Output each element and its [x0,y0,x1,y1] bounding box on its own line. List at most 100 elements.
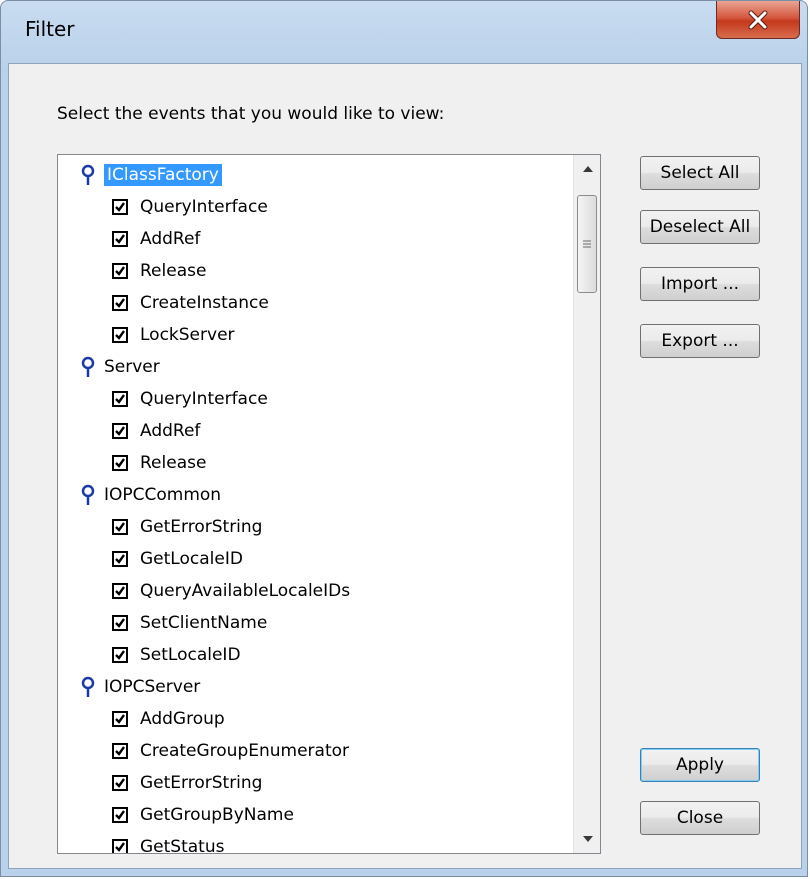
tree-item-label: LockServer [140,325,235,345]
event-tree[interactable]: IClassFactory QueryInterface AddRef Release… [57,154,601,854]
checkbox[interactable] [112,295,128,311]
tree-item[interactable]: LockServer [112,319,235,351]
tree-item-label: SetLocaleID [140,645,241,665]
vertical-scrollbar[interactable] [573,155,600,853]
tree-item-label: GetLocaleID [140,549,243,569]
tree-group-label: IOPCServer [104,677,201,697]
check-icon [115,458,125,468]
tree-item-label: Release [140,453,207,473]
checkbox[interactable] [112,551,128,567]
check-icon [115,266,125,276]
check-icon [115,522,125,532]
tree-item-label: Release [140,261,207,281]
checkbox[interactable] [112,743,128,759]
tree-item-label: GetErrorString [140,517,263,537]
check-icon [115,202,125,212]
check-icon [115,650,125,660]
check-icon [115,298,125,308]
tree-item[interactable]: CreateGroupEnumerator [112,735,349,767]
arrow-up-icon [582,166,593,172]
tree-item[interactable]: AddGroup [112,703,225,735]
tree-group[interactable]: IOPCCommon [78,479,221,511]
select-all-button[interactable]: Select All [640,156,760,190]
window-title: Filter [25,17,75,41]
tree-item[interactable]: QueryAvailableLocaleIDs [112,575,350,607]
tree-item-label: CreateGroupEnumerator [140,741,350,761]
checkbox[interactable] [112,615,128,631]
check-icon [115,778,125,788]
check-icon [115,618,125,628]
check-icon [115,330,125,340]
check-icon [115,394,125,404]
pin-icon [81,356,95,377]
check-icon [115,586,125,596]
tree-item[interactable]: AddRef [112,415,200,447]
tree-item[interactable]: SetLocaleID [112,639,241,671]
arrow-down-icon [582,836,593,842]
tree-item[interactable]: GetLocaleID [112,543,243,575]
grip-icon [583,240,591,248]
tree-group[interactable]: Server [78,351,160,383]
tree-group-label: Server [104,357,160,377]
tree-item[interactable]: QueryInterface [112,191,268,223]
check-icon [115,746,125,756]
check-icon [115,714,125,724]
tree-item[interactable]: GetGroupByName [112,799,294,831]
tree-item[interactable]: Release [112,447,206,479]
tree-item-label: SetClientName [140,613,268,633]
tree-item-label: AddRef [140,229,201,249]
import-button[interactable]: Import ... [640,267,760,301]
tree-item-label: AddGroup [140,709,225,729]
checkbox[interactable] [112,263,128,279]
scroll-down-button[interactable] [574,825,600,853]
tree-item-label: QueryAvailableLocaleIDs [140,581,351,601]
tree-item[interactable]: GetErrorString [112,511,262,543]
tree-group-label: IClassFactory [103,163,223,187]
checkbox[interactable] [112,423,128,439]
tree-item[interactable]: GetStatus [112,831,225,854]
tree-item[interactable]: Release [112,255,206,287]
scroll-thumb[interactable] [577,195,597,293]
checkbox[interactable] [112,711,128,727]
close-button[interactable]: Close [640,801,760,835]
checkbox[interactable] [112,231,128,247]
close-icon [748,10,768,29]
checkbox[interactable] [112,391,128,407]
tree-item-label: GetErrorString [140,773,263,793]
tree-group[interactable]: IOPCServer [78,671,200,703]
checkbox[interactable] [112,775,128,791]
tree-item-label: AddRef [140,421,201,441]
checkbox[interactable] [112,583,128,599]
tree-item-label: GetGroupByName [140,805,294,825]
tree-item[interactable]: QueryInterface [112,383,268,415]
dialog-client-area: Select the events that you would like to… [8,63,802,869]
tree-item[interactable]: GetErrorString [112,767,262,799]
tree-item-label: QueryInterface [140,197,268,217]
tree-item-label: QueryInterface [140,389,268,409]
tree-group-label: IOPCCommon [104,485,222,505]
tree-group[interactable]: IClassFactory [78,159,223,191]
pin-icon [81,164,95,185]
scroll-up-button[interactable] [574,155,600,183]
check-icon [115,842,125,852]
apply-button[interactable]: Apply [640,748,760,782]
tree-item[interactable]: CreateInstance [112,287,269,319]
pin-icon [81,676,95,697]
checkbox[interactable] [112,327,128,343]
checkbox[interactable] [112,839,128,853]
tree-item[interactable]: AddRef [112,223,200,255]
checkbox[interactable] [112,647,128,663]
checkbox[interactable] [112,455,128,471]
check-icon [115,234,125,244]
deselect-all-button[interactable]: Deselect All [640,210,760,244]
check-icon [115,426,125,436]
tree-item[interactable]: SetClientName [112,607,267,639]
checkbox[interactable] [112,519,128,535]
tree-item-label: GetStatus [140,837,225,854]
export-button[interactable]: Export ... [640,324,760,358]
pin-icon [81,484,95,505]
close-window-button[interactable] [716,1,800,39]
checkbox[interactable] [112,807,128,823]
tree-item-label: CreateInstance [140,293,269,313]
checkbox[interactable] [112,199,128,215]
